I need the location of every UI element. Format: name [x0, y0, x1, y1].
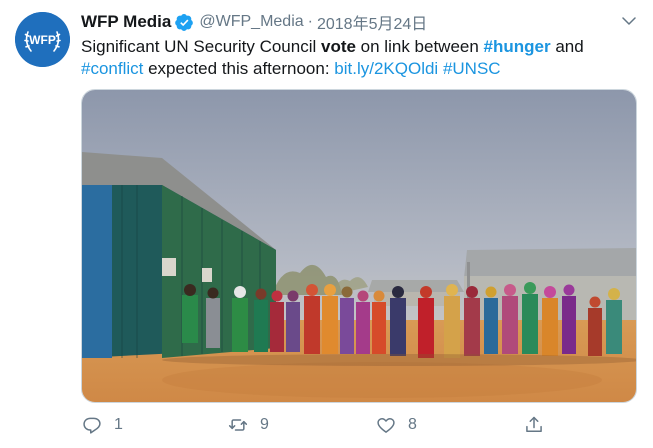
- hashtag-hunger[interactable]: #hunger: [484, 37, 551, 56]
- share-icon: [526, 416, 542, 432]
- hashtag-unsc[interactable]: #UNSC: [443, 59, 501, 78]
- tweet-text-part: and: [550, 37, 584, 56]
- retweet-button[interactable]: 9: [228, 410, 269, 440]
- action-bar: 1 9 8: [0, 410, 653, 440]
- hashtag-conflict[interactable]: #conflict: [81, 59, 143, 78]
- tweet-text-part: on link between: [355, 37, 484, 56]
- tweet-text-part: Significant UN Security Council: [81, 37, 321, 56]
- avatar-text: WFP: [29, 33, 56, 47]
- like-button[interactable]: 8: [376, 410, 417, 440]
- chevron-down-icon[interactable]: [620, 12, 638, 30]
- tweet-card[interactable]: WFP WFP Media @WFP_Media · 2018年5月24日 Si…: [0, 0, 653, 448]
- wfp-logo-icon: WFP: [15, 12, 70, 67]
- reply-count: 1: [114, 416, 123, 433]
- avatar[interactable]: WFP: [15, 12, 70, 67]
- like-count: 8: [408, 416, 417, 433]
- heart-icon: [377, 418, 395, 433]
- retweet-icon: [228, 419, 248, 431]
- photo-image: [82, 90, 636, 402]
- tweet-text-part: expected this afternoon:: [143, 59, 335, 78]
- retweet-count: 9: [260, 416, 269, 433]
- handle[interactable]: @WFP_Media: [199, 13, 303, 31]
- verified-badge-icon: [175, 13, 194, 31]
- tweet-text-bold: vote: [320, 37, 356, 56]
- tweet-header: WFP Media @WFP_Media · 2018年5月24日: [81, 11, 427, 33]
- tweet-date[interactable]: 2018年5月24日: [317, 10, 427, 34]
- display-name[interactable]: WFP Media: [81, 12, 171, 32]
- tweet-photo[interactable]: [81, 89, 637, 403]
- separator-dot: ·: [307, 13, 313, 30]
- reply-icon: [83, 417, 101, 434]
- tweet-text: Significant UN Security Council vote on …: [81, 36, 641, 80]
- reply-button[interactable]: 1: [82, 410, 123, 440]
- share-button[interactable]: [524, 410, 556, 440]
- short-link[interactable]: bit.ly/2KQOldi: [334, 59, 438, 78]
